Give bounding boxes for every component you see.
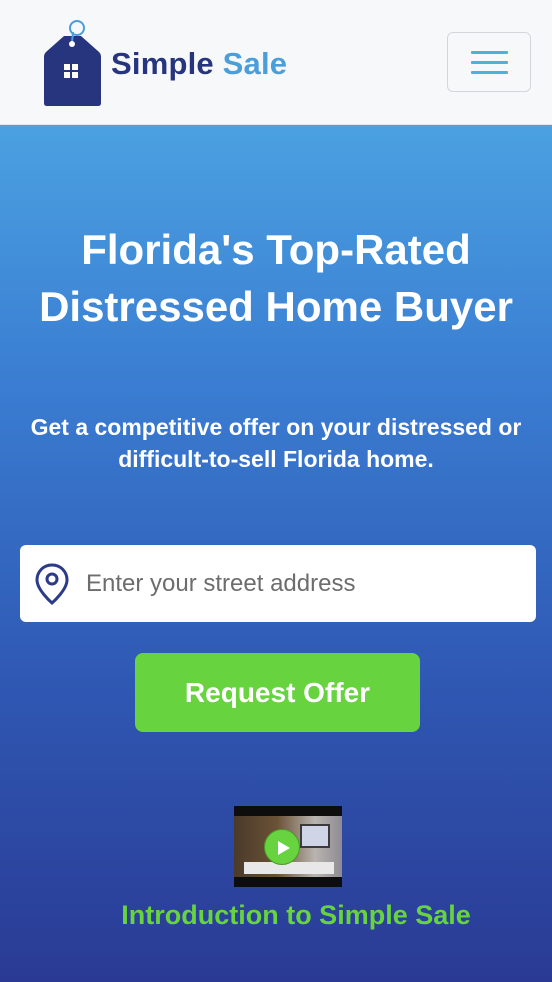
- brand-name-part1: Simple: [111, 46, 214, 81]
- house-tag-logo-icon: [44, 20, 101, 106]
- menu-toggle-button[interactable]: [447, 32, 531, 92]
- hero-section: Florida's Top-Rated Distressed Home Buye…: [0, 125, 552, 982]
- brand-logo[interactable]: Simple Sale: [44, 20, 304, 106]
- navbar: Simple Sale: [0, 0, 552, 125]
- street-address-input[interactable]: [86, 559, 526, 609]
- location-pin-icon: [35, 563, 69, 605]
- video-still-screen: [300, 824, 330, 848]
- video-still-caption: [244, 862, 334, 874]
- play-icon: [278, 841, 290, 855]
- video-thumbnail[interactable]: [234, 806, 342, 887]
- video-title-link[interactable]: Introduction to Simple Sale: [60, 897, 532, 933]
- request-offer-button[interactable]: Request Offer: [135, 653, 420, 732]
- play-button[interactable]: [264, 829, 300, 865]
- brand-name: Simple Sale: [111, 46, 287, 82]
- address-search-box: [20, 545, 536, 622]
- hero-subtitle: Get a competitive offer on your distress…: [30, 414, 522, 472]
- brand-name-part2: Sale: [222, 46, 288, 81]
- hero-title: Florida's Top-Rated Distressed Home Buye…: [39, 226, 513, 330]
